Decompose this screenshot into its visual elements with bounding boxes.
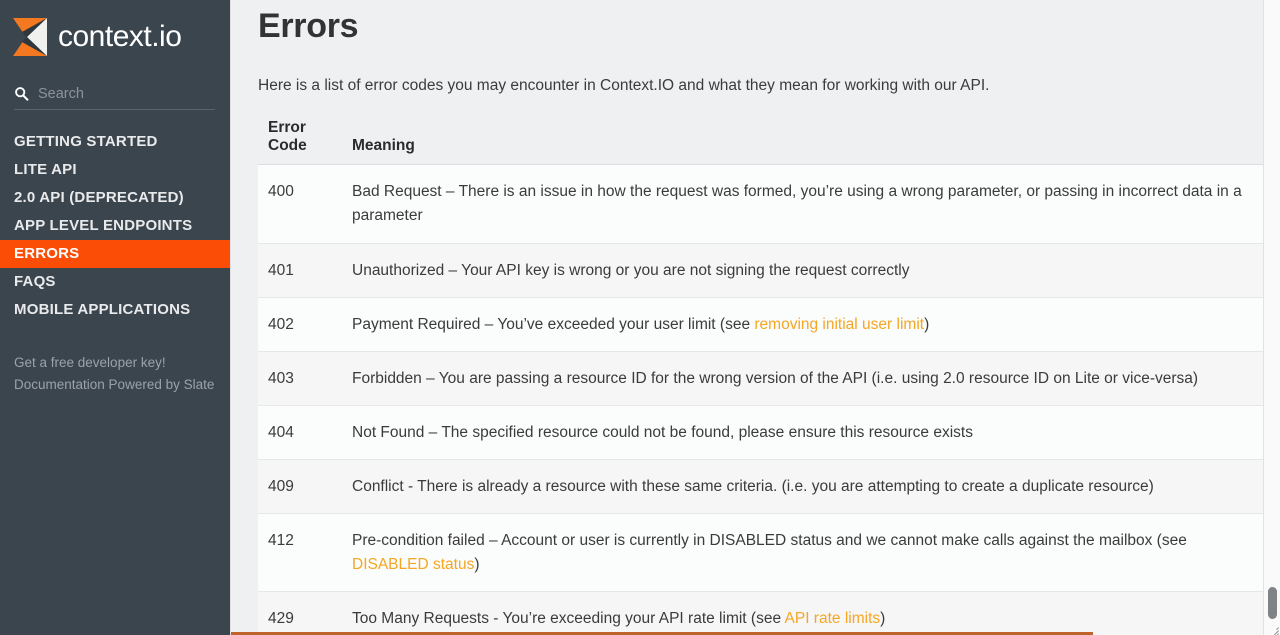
table-row: 401 Unauthorized – Your API key is wrong … [258,243,1264,298]
meaning-text: Forbidden – You are passing a resource I… [352,369,1199,387]
meaning-text: Bad Request – There is an issue in how t… [352,183,1242,225]
inline-link[interactable]: API rate limits [785,610,881,627]
table-body: 400 Bad Request – There is an issue in ho… [258,164,1264,635]
search-box[interactable] [14,84,215,110]
meaning-text: ) [924,315,930,333]
search-input[interactable] [38,85,215,102]
table-row: 412 Pre-condition failed – Account or use… [258,513,1264,592]
sidebar-item-getting-started[interactable]: GETTING STARTED [0,128,230,156]
error-code-cell: 404 [258,405,342,460]
meaning-text: Conflict - There is already a resource w… [352,477,1154,495]
error-meaning-cell: Pre-condition failed – Account or user i… [342,513,1264,592]
error-code-cell: 401 [258,243,342,298]
table-row: 404 Not Found – The specified resource co… [258,405,1264,460]
intro-paragraph: Here is a list of error codes you may en… [258,77,990,94]
table-row: 402 Payment Required – You’ve exceeded yo… [258,297,1264,352]
sidebar-item-app-level-endpoints[interactable]: APP LEVEL ENDPOINTS [0,212,230,240]
brand-logo-text: context.io [58,20,182,53]
page-scrollbar-thumb[interactable] [1268,587,1277,619]
error-code-cell: 400 [258,164,342,244]
page-root: context.io GETTING STARTEDLITE API2.0 AP… [0,0,1280,635]
error-code-cell: 429 [258,591,342,635]
error-meaning-cell: Forbidden – You are passing a resource I… [342,351,1264,406]
meaning-text: Payment Required – You’ve exceeded your … [352,315,755,333]
header-error-code-line2: Code [268,137,307,155]
meaning-text: ) [474,555,480,573]
error-meaning-cell: Not Found – The specified resource could… [342,405,1264,460]
error-meaning-cell: Bad Request – There is an issue in how t… [342,164,1264,244]
table-head: Error Code Meaning [258,119,1264,166]
sidebar-item-errors[interactable]: ERRORS [0,240,230,268]
table-row: 400 Bad Request – There is an issue in ho… [258,164,1264,244]
brand-logo[interactable]: context.io [0,0,230,62]
table-row: 403 Forbidden – You are passing a resourc… [258,351,1264,406]
header-error-code: Error Code [258,119,342,166]
inline-link[interactable]: DISABLED status [352,556,474,573]
page-scrollbar[interactable] [1263,0,1280,635]
header-error-code-line1: Error [268,119,306,137]
error-meaning-cell: Payment Required – You’ve exceeded your … [342,297,1264,352]
meaning-text: Unauthorized – Your API key is wrong or … [352,261,910,279]
sidebar-footer-link-1[interactable]: Documentation Powered by Slate [14,374,216,396]
sidebar-item-lite-api[interactable]: LITE API [0,156,230,184]
meaning-text: Too Many Requests - You’re exceeding you… [352,609,785,627]
table-row: 429 Too Many Requests - You’re exceeding … [258,591,1264,635]
sidebar-item-2-0-api-deprecated[interactable]: 2.0 API (DEPRECATED) [0,184,230,212]
table-header-row: Error Code Meaning [258,119,1264,166]
inline-link[interactable]: removing initial user limit [754,316,924,333]
page-title: Errors [258,7,359,45]
error-meaning-cell: Conflict - There is already a resource w… [342,459,1264,514]
error-meaning-cell: Unauthorized – Your API key is wrong or … [342,243,1264,298]
resize-grip-icon[interactable] [1269,624,1279,635]
error-code-cell: 409 [258,459,342,514]
meaning-text: ) [880,609,886,627]
meaning-text: Pre-condition failed – Account or user i… [352,531,1187,549]
error-meaning-cell: Too Many Requests - You’re exceeding you… [342,591,1264,635]
sidebar-item-mobile-applications[interactable]: MOBILE APPLICATIONS [0,296,230,324]
error-codes-table: Error Code Meaning 400 Bad Request – Ther… [258,119,1264,635]
sidebar-footer: Get a free developer key! Documentation P… [0,352,230,396]
search-icon [15,87,29,101]
sidebar: context.io GETTING STARTEDLITE API2.0 AP… [0,0,230,635]
table-row: 409 Conflict - There is already a resourc… [258,459,1264,514]
meaning-text: Not Found – The specified resource could… [352,423,973,441]
main-content: Errors Here is a list of error codes you… [230,0,1280,635]
header-meaning: Meaning [342,119,1264,166]
error-code-cell: 402 [258,297,342,352]
sidebar-item-faqs[interactable]: FAQS [0,268,230,296]
sidebar-footer-link-0[interactable]: Get a free developer key! [14,352,216,374]
error-code-cell: 412 [258,513,342,592]
error-code-cell: 403 [258,351,342,406]
sidebar-nav: GETTING STARTED LITE API 2.0 API (DEPRECAT… [0,128,230,324]
contextio-logo-icon [13,18,47,56]
